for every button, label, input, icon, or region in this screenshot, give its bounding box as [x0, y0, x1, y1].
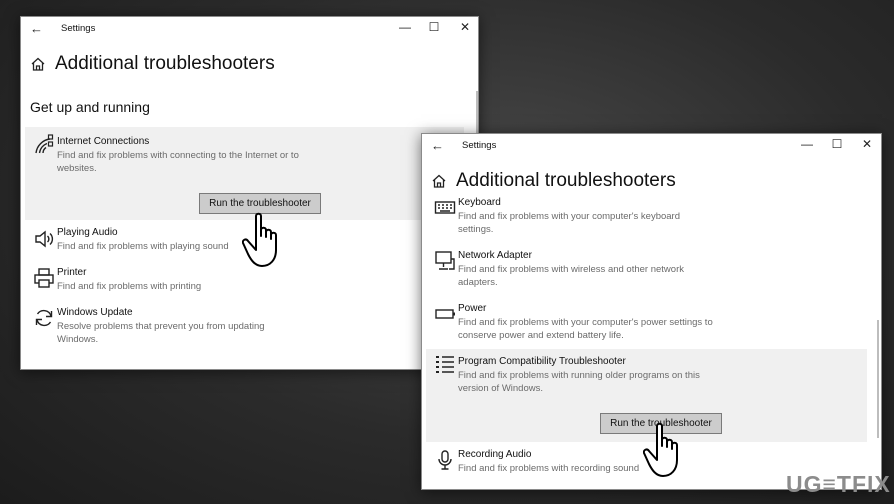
troubleshooter-internet-connections[interactable]: Internet Connections Find and fix proble… [25, 127, 464, 220]
title-bar: ← Settings — ☐ ✕ [422, 134, 881, 158]
title-bar: ← Settings — ☐ ✕ [21, 17, 478, 41]
item-title: Printer [57, 267, 87, 278]
back-arrow-icon[interactable]: ← [431, 138, 444, 153]
close-button[interactable]: ✕ [458, 20, 472, 34]
item-title: Program Compatibility Troubleshooter [458, 356, 626, 367]
page-title: Additional troubleshooters [456, 170, 676, 191]
maximize-button[interactable]: ☐ [830, 137, 844, 151]
section-title: Get up and running [30, 99, 150, 115]
back-arrow-icon[interactable]: ← [30, 21, 43, 36]
scrollbar[interactable] [877, 320, 879, 438]
item-description: Find and fix problems with connecting to… [57, 150, 299, 174]
item-title: Internet Connections [57, 136, 150, 147]
monitor-network-icon [435, 251, 455, 270]
settings-window-left: ← Settings — ☐ ✕ Additional troubleshoot… [20, 16, 479, 370]
hand-cursor-icon [242, 212, 277, 267]
item-title: Keyboard [458, 197, 501, 208]
wifi-icon [35, 134, 54, 154]
keyboard-icon [434, 201, 456, 214]
page-heading: Additional troubleshooters [30, 53, 275, 75]
troubleshooter-keyboard[interactable]: Keyboard Find and fix problems with your… [426, 194, 867, 240]
troubleshooter-power[interactable]: Power Find and fix problems with your co… [426, 300, 867, 348]
maximize-button[interactable]: ☐ [427, 20, 441, 34]
hand-cursor-icon [643, 422, 678, 477]
microphone-icon [438, 450, 452, 470]
item-title: Network Adapter [458, 250, 532, 261]
item-title: Windows Update [57, 307, 133, 318]
item-description: Find and fix problems with recording sou… [458, 463, 640, 474]
window-title: Settings [61, 23, 96, 34]
page-heading: Additional troubleshooters [431, 170, 676, 192]
troubleshooter-windows-update[interactable]: Windows Update Resolve problems that pre… [25, 303, 464, 351]
window-title: Settings [462, 140, 497, 151]
item-description: Find and fix problems with your computer… [458, 211, 680, 235]
minimize-button[interactable]: — [800, 137, 814, 151]
home-icon[interactable] [30, 56, 46, 72]
item-description: Find and fix problems with playing sound [57, 241, 229, 252]
speaker-icon [35, 230, 54, 248]
item-title: Playing Audio [57, 227, 118, 238]
home-icon[interactable] [431, 173, 447, 189]
ugetfix-logo: UG≡TFIX [786, 471, 891, 497]
minimize-button[interactable]: — [398, 20, 412, 34]
troubleshooter-network-adapter[interactable]: Network Adapter Find and fix problems wi… [426, 247, 867, 293]
page-title: Additional troubleshooters [55, 53, 275, 74]
refresh-icon [35, 309, 53, 327]
list-icon [436, 356, 454, 373]
item-title: Recording Audio [458, 449, 532, 460]
item-title: Power [458, 303, 487, 314]
item-description: Find and fix problems with running older… [458, 370, 700, 394]
item-description: Find and fix problems with your computer… [458, 317, 713, 341]
item-description: Find and fix problems with wireless and … [458, 264, 684, 288]
item-description: Find and fix problems with printing [57, 281, 202, 292]
close-button[interactable]: ✕ [860, 137, 874, 151]
battery-icon [435, 309, 455, 319]
printer-icon [34, 268, 54, 288]
item-description: Resolve problems that prevent you from u… [57, 321, 265, 345]
run-troubleshooter-button[interactable]: Run the troubleshooter [199, 193, 321, 214]
